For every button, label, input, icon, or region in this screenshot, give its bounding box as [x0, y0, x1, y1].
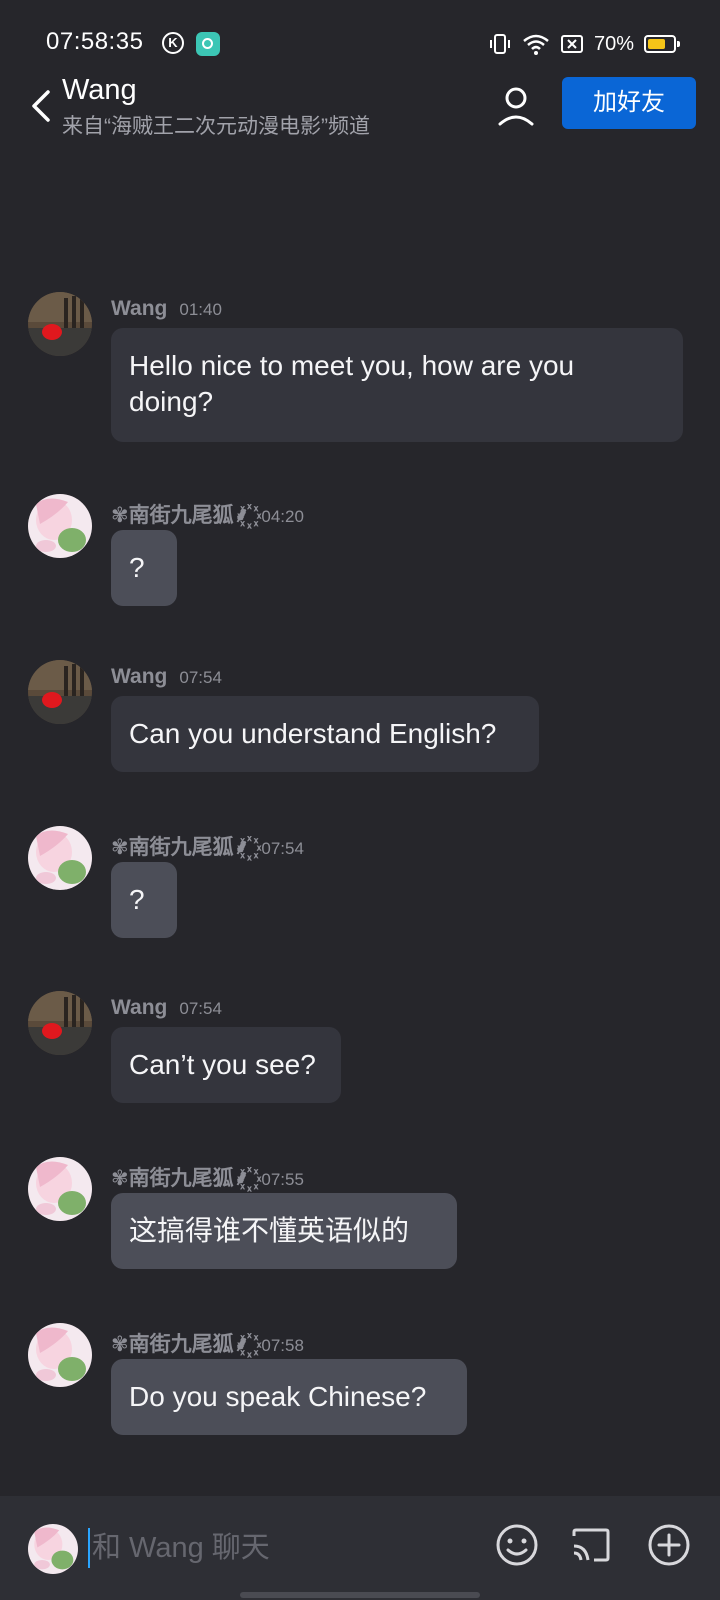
home-indicator[interactable] [240, 1592, 480, 1598]
message-row: Wang 01:40 Hello nice to meet you, how a… [0, 292, 720, 442]
message-meta: ✾南街九尾狐⸙꙰ 07:55 [111, 1162, 304, 1190]
sender-name: ✾南街九尾狐⸙꙰ [111, 1167, 250, 1190]
message-row: ✾南街九尾狐⸙꙰ 07:54 ? [0, 826, 720, 946]
message-bubble[interactable]: ? [111, 530, 177, 606]
input-avatar [28, 1524, 78, 1574]
avatar-self[interactable] [28, 494, 92, 558]
chat-subtitle: 来自“海贼王二次元动漫电影”频道 [62, 115, 370, 138]
sender-name: ✾南街九尾狐⸙꙰ [111, 504, 250, 527]
message-meta: ✾南街九尾狐⸙꙰ 07:54 [111, 831, 304, 859]
text-cursor [88, 1528, 90, 1568]
chat-title: Wang [62, 74, 137, 106]
profile-person-icon[interactable] [494, 82, 538, 130]
no-sim-icon [560, 35, 583, 53]
message-row: ✾南街九尾狐⸙꙰ 07:55 这搞得谁不懂英语似的 [0, 1157, 720, 1277]
message-time: 01:40 [179, 300, 222, 319]
message-bubble[interactable]: 这搞得谁不懂英语似的 [111, 1193, 457, 1269]
message-time: 04:20 [261, 507, 304, 526]
message-meta: Wang 07:54 [111, 665, 222, 691]
sender-name: ✾南街九尾狐⸙꙰ [111, 1333, 250, 1356]
add-friend-button[interactable]: 加好友 [562, 77, 696, 129]
message-row: Wang 07:54 Can you understand English? [0, 660, 720, 780]
message-time: 07:54 [179, 999, 222, 1018]
message-time: 07:54 [179, 668, 222, 687]
emoji-smiley-icon[interactable] [494, 1522, 540, 1568]
message-meta: Wang 07:54 [111, 996, 222, 1022]
message-meta: ✾南街九尾狐⸙꙰ 07:58 [111, 1328, 304, 1356]
sender-name: Wang [111, 297, 168, 320]
chat-header: Wang 来自“海贼王二次元动漫电影”频道 加好友 [0, 70, 720, 140]
message-row: Wang 07:54 Can’t you see? [0, 991, 720, 1111]
avatar-wang[interactable] [28, 292, 92, 356]
message-meta: ✾南街九尾狐⸙꙰ 04:20 [111, 499, 304, 527]
status-time: 07:58:35 [46, 28, 144, 55]
battery-icon [644, 35, 680, 53]
message-time: 07:58 [261, 1336, 304, 1355]
battery-fill [648, 39, 665, 49]
message-bubble[interactable]: Do you speak Chinese? [111, 1359, 467, 1435]
chat-input-bar [0, 1496, 720, 1600]
message-bubble[interactable]: Can you understand English? [111, 696, 539, 772]
sender-name: Wang [111, 665, 168, 688]
k-app-icon: K [162, 32, 184, 54]
status-right-group: 70% [488, 30, 680, 58]
message-time: 07:55 [261, 1170, 304, 1189]
avatar-wang[interactable] [28, 660, 92, 724]
avatar-self[interactable] [28, 1323, 92, 1387]
back-chevron-icon[interactable] [24, 84, 64, 128]
message-bubble[interactable]: Hello nice to meet you, how are you doin… [111, 328, 683, 442]
wifi-icon [523, 34, 549, 55]
avatar-self[interactable] [28, 1157, 92, 1221]
battery-percent: 70% [593, 32, 634, 55]
notification-app-icon [196, 32, 220, 56]
chat-message-input[interactable] [92, 1524, 472, 1572]
avatar-self[interactable] [28, 826, 92, 890]
message-time: 07:54 [261, 839, 304, 858]
sender-name: ✾南街九尾狐⸙꙰ [111, 836, 250, 859]
add-plus-circle-icon[interactable] [646, 1522, 692, 1568]
vibrate-icon [489, 34, 510, 54]
message-row: ✾南街九尾狐⸙꙰ 07:58 Do you speak Chinese? [0, 1323, 720, 1443]
cast-icon[interactable] [568, 1522, 614, 1568]
message-bubble[interactable]: Can’t you see? [111, 1027, 341, 1103]
sender-name: Wang [111, 996, 168, 1019]
message-row: ✾南街九尾狐⸙꙰ 04:20 ? [0, 494, 720, 614]
message-bubble[interactable]: ? [111, 862, 177, 938]
avatar-wang[interactable] [28, 991, 92, 1055]
message-meta: Wang 01:40 [111, 297, 222, 323]
